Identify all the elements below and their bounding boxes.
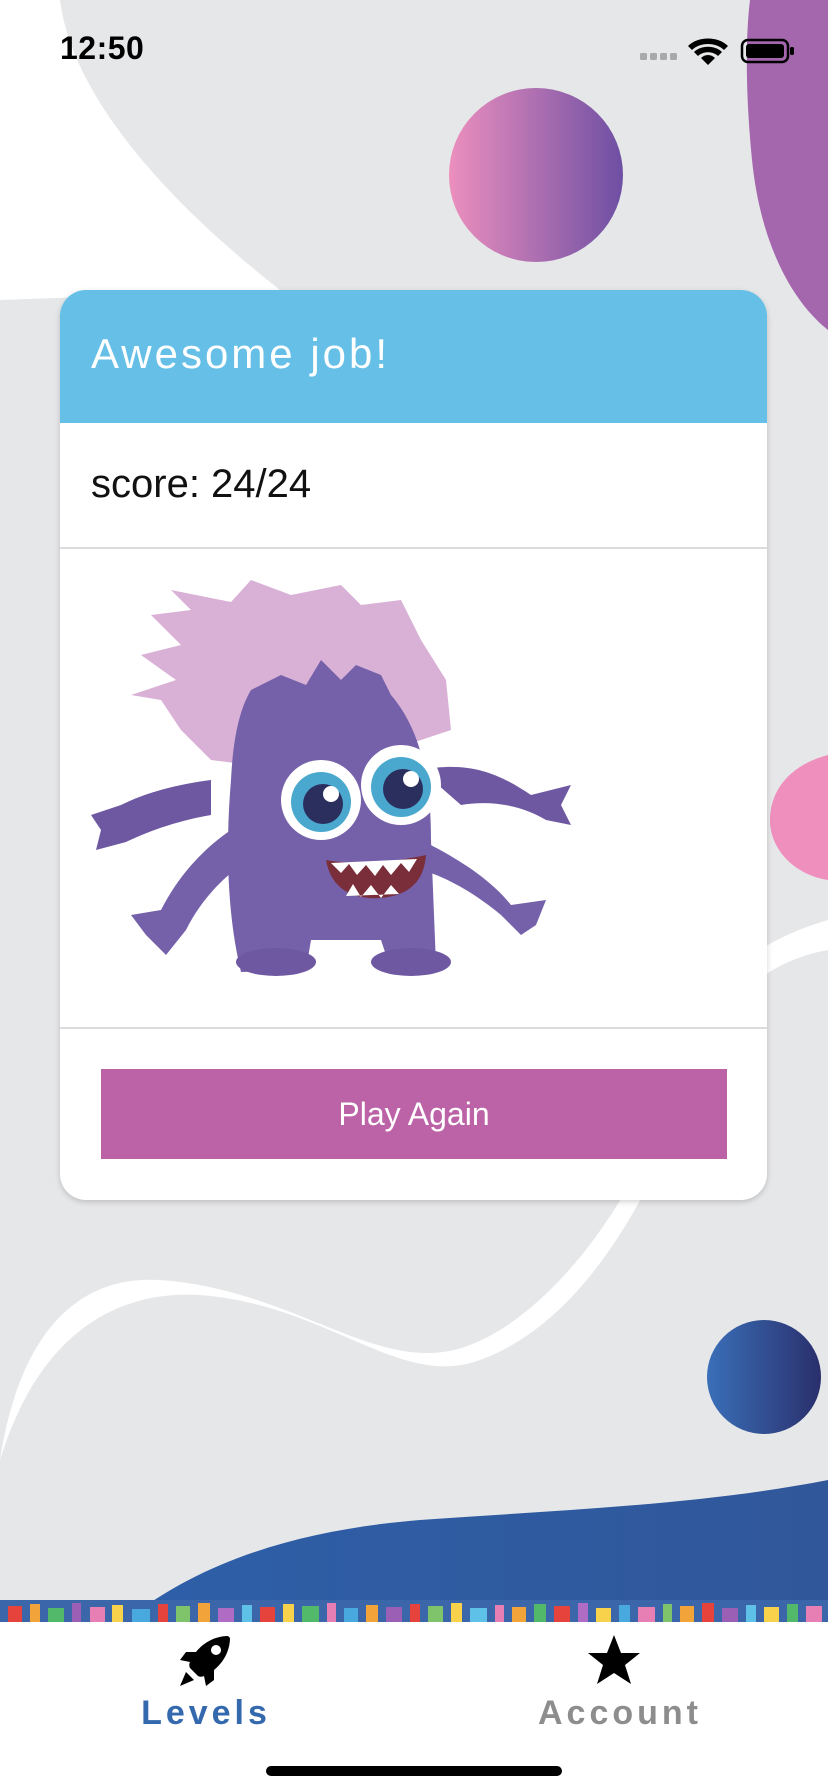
tab-account[interactable]: Account xyxy=(490,1622,750,1742)
cellular-signal-icon xyxy=(640,53,677,60)
card-title: Awesome job! xyxy=(91,330,391,377)
home-indicator xyxy=(266,1766,562,1776)
status-icons xyxy=(640,38,794,65)
pink-planet xyxy=(449,88,623,262)
star-icon xyxy=(588,1635,640,1684)
purple-monster-image xyxy=(91,580,571,976)
navy-planet xyxy=(707,1320,821,1434)
play-again-button[interactable]: Play Again xyxy=(101,1069,727,1159)
status-bar: 12:50 xyxy=(0,0,828,100)
tab-levels-label: Levels xyxy=(141,1694,271,1732)
battery-icon xyxy=(740,38,794,64)
confetti-strip xyxy=(0,1600,828,1624)
status-time: 12:50 xyxy=(60,30,145,66)
tab-account-label: Account xyxy=(538,1694,702,1732)
result-card: Awesome job! score: 24/24 Play Again xyxy=(60,290,767,1200)
divider-top xyxy=(60,547,767,549)
card-header: Awesome job! xyxy=(60,290,767,423)
tab-levels[interactable]: Levels xyxy=(76,1622,336,1742)
divider-bottom xyxy=(60,1027,767,1029)
wifi-icon xyxy=(688,38,728,65)
rocket-icon xyxy=(180,1636,230,1686)
score-text: score: 24/24 xyxy=(91,462,312,506)
